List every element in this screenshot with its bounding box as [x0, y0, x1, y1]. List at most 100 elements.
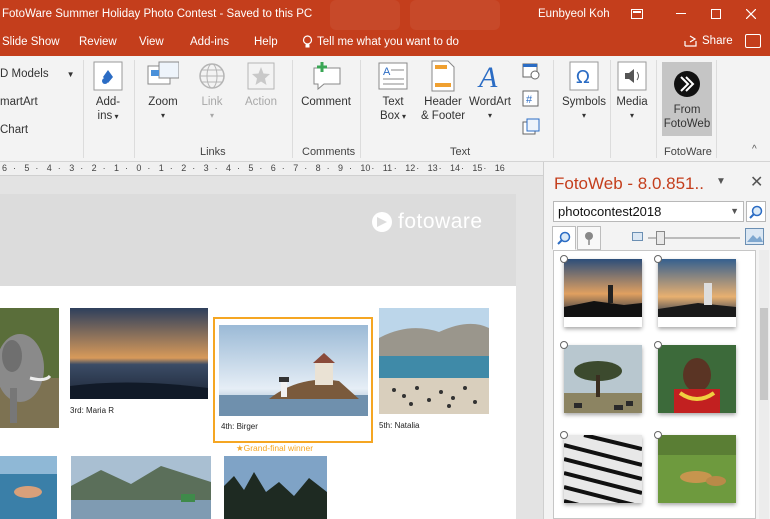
ruler-tick-label: 13: [427, 163, 438, 173]
chevron-down-icon: ▼: [66, 70, 75, 79]
thumbnail-maasai-portrait[interactable]: [658, 345, 736, 413]
date-time-icon[interactable]: [522, 62, 540, 80]
tab-slide-show[interactable]: Slide Show: [2, 36, 60, 48]
photo-elephant[interactable]: [0, 308, 59, 428]
pane-options-chevron-down-icon[interactable]: ▼: [716, 176, 726, 187]
omega-symbol-icon: Ω: [568, 60, 600, 92]
ribbon-display-options-button[interactable]: [624, 4, 650, 24]
header-footer-button[interactable]: Header & Footer: [418, 60, 468, 123]
ruler-tick-mark: ·: [35, 163, 39, 173]
comments-icon[interactable]: [745, 34, 761, 48]
pin-icon[interactable]: [560, 431, 568, 439]
pin-icon[interactable]: [654, 341, 662, 349]
photo-sunset-sea[interactable]: [70, 308, 208, 399]
ruler-tick-label: 6: [2, 163, 8, 173]
fotoweb-task-pane: FotoWeb - 8.0.851.. ▼ ✕ photocontest2018…: [543, 162, 770, 519]
ruler-tick-mark: ·: [102, 163, 106, 173]
text-tools-column: #: [522, 62, 542, 136]
thumbnail-lighthouse-dusk-2[interactable]: [658, 259, 736, 327]
ruler-tick-label: 5: [24, 163, 30, 173]
share-button[interactable]: Share: [684, 35, 733, 47]
photo-lake-mountains[interactable]: [71, 456, 211, 519]
photo-silhouette-trees[interactable]: [224, 456, 327, 519]
thumbnail-grid-scrollbar[interactable]: [759, 250, 769, 519]
lightbulb-icon: [302, 35, 313, 48]
ruler-tick-mark: ·: [13, 163, 16, 173]
zoom-button[interactable]: Zoom ▾: [140, 60, 186, 123]
3d-models-button[interactable]: D Models ▼: [0, 68, 75, 80]
action-button[interactable]: Action: [240, 60, 282, 109]
new-comment-button[interactable]: Comment: [298, 60, 354, 109]
tell-me-box[interactable]: Tell me what you want to do: [302, 35, 459, 49]
ruler-tick-mark: ·: [371, 163, 375, 173]
chart-button[interactable]: Chart: [0, 124, 28, 136]
pin-icon: [585, 232, 593, 245]
tab-help[interactable]: Help: [254, 36, 278, 48]
ribbon-separator: [134, 60, 135, 158]
slide-canvas[interactable]: fotoware 3rd: Maria R 4th: Birger ★Grand…: [0, 194, 516, 519]
archive-search-input[interactable]: photocontest2018 ▼: [553, 201, 744, 222]
ruler-tick-mark: ·: [326, 163, 330, 173]
ruler-tick-label: 6: [270, 163, 276, 173]
ruler-tick-label: 5: [248, 163, 254, 173]
symbols-label: Symbols: [561, 96, 607, 108]
ruler-tick-mark: ·: [57, 163, 61, 173]
object-icon[interactable]: [522, 118, 540, 136]
chevron-down-icon[interactable]: ▼: [730, 206, 739, 216]
slide-number-icon[interactable]: #: [522, 90, 540, 108]
svg-text:A: A: [477, 61, 498, 92]
tab-search[interactable]: [552, 226, 576, 250]
ruler-tick-mark: ·: [416, 163, 420, 173]
thumbnail-savanna-tree[interactable]: [564, 345, 642, 413]
thumbnail-lions-grass[interactable]: [658, 435, 736, 503]
scrollbar-thumb[interactable]: [760, 308, 768, 400]
share-icon: [684, 35, 697, 47]
minimize-button[interactable]: [668, 4, 694, 24]
ruler-tick-mark: ·: [80, 163, 84, 173]
smartart-button[interactable]: martArt: [0, 96, 38, 108]
thumbnail-lighthouse-dusk-1[interactable]: [564, 259, 642, 327]
title-bar-decoration: [410, 0, 500, 30]
thumbnail-size-slider-thumb[interactable]: [656, 231, 666, 245]
fotoware-brand: fotoware: [372, 210, 483, 234]
thumbnail-zebras[interactable]: [564, 435, 642, 503]
user-name[interactable]: Eunbyeol Koh: [538, 8, 610, 20]
pin-icon[interactable]: [560, 341, 568, 349]
search-icon: [557, 231, 571, 245]
minimize-icon: [676, 13, 686, 14]
pin-icon[interactable]: [560, 255, 568, 263]
symbols-button[interactable]: Ω Symbols ▾: [561, 60, 607, 123]
tab-review[interactable]: Review: [79, 36, 117, 48]
pin-icon[interactable]: [654, 431, 662, 439]
close-button[interactable]: [738, 4, 764, 24]
zoom-icon: [147, 60, 179, 92]
photo-lighthouse[interactable]: [219, 325, 368, 416]
text-box-button[interactable]: A Text Box ▾: [371, 60, 415, 124]
svg-text:#: #: [526, 94, 533, 106]
large-thumbnail-icon[interactable]: [745, 228, 765, 246]
text-box-icon: A: [377, 60, 409, 92]
add-ins-button[interactable]: Add- ins ▾: [88, 60, 128, 124]
media-button[interactable]: Media ▾: [614, 60, 650, 123]
tab-view[interactable]: View: [139, 36, 164, 48]
pin-icon[interactable]: [654, 255, 662, 263]
collapse-ribbon-icon[interactable]: ^: [752, 144, 757, 155]
small-thumbnail-icon: [632, 232, 643, 241]
tab-add-ins[interactable]: Add-ins: [190, 36, 229, 48]
from-fotoweb-button[interactable]: From FotoWeb: [662, 62, 712, 136]
ribbon-tab-bar: Slide Show Review View Add-ins Help Tell…: [0, 30, 770, 56]
search-icon: [749, 205, 763, 219]
caption-fourth: 4th: Birger: [221, 422, 258, 431]
search-button[interactable]: [746, 201, 766, 222]
3d-models-label: D Models: [0, 68, 49, 80]
tab-pinned[interactable]: [577, 226, 601, 250]
wordart-button[interactable]: A WordArt ▾: [468, 60, 512, 123]
ruler-tick-mark: ·: [304, 163, 308, 173]
maximize-button[interactable]: [703, 4, 729, 24]
photo-swimmer[interactable]: [0, 456, 57, 519]
ruler-tick-mark: ·: [438, 163, 442, 173]
link-button[interactable]: Link ▾: [191, 60, 233, 123]
ruler-tick-mark: ·: [192, 163, 196, 173]
pane-close-icon[interactable]: ✕: [750, 172, 763, 192]
photo-penguins[interactable]: [379, 308, 489, 414]
